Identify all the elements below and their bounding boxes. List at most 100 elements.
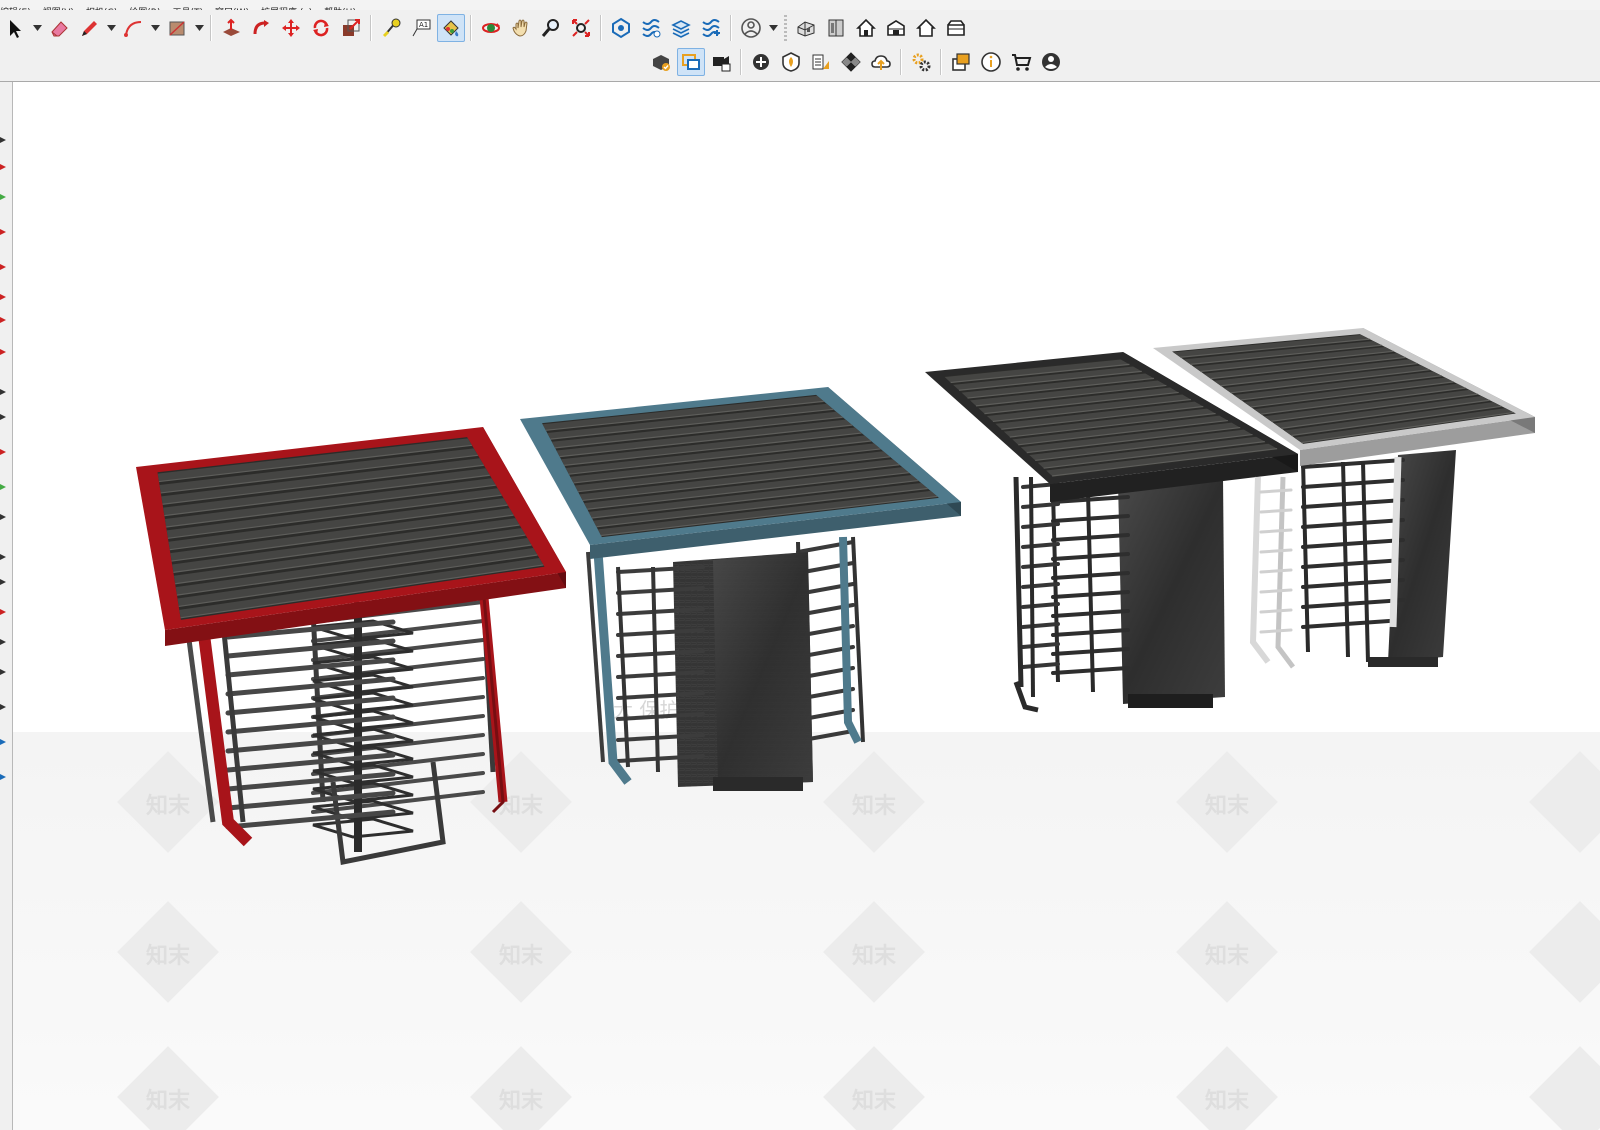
model-info-button[interactable]: [947, 48, 975, 76]
select-tool[interactable]: [1, 14, 29, 42]
eraser-tool[interactable]: [45, 14, 73, 42]
toolbar-separator: [940, 49, 942, 75]
profile-button[interactable]: [1037, 48, 1065, 76]
front-view-button[interactable]: [852, 14, 880, 42]
warehouse-button[interactable]: [607, 14, 635, 42]
section-plane-icon: [680, 51, 702, 73]
left-tool-icon[interactable]: [0, 130, 10, 143]
orbit-tool[interactable]: [477, 14, 505, 42]
pencil-icon: [78, 17, 100, 39]
tape-measure-icon: [380, 17, 402, 39]
left-tool-icon[interactable]: [0, 222, 10, 235]
right-view-button[interactable]: [882, 14, 910, 42]
scale-tool[interactable]: [337, 14, 365, 42]
left-tool-icon[interactable]: [0, 442, 10, 455]
tape-measure-tool[interactable]: [377, 14, 405, 42]
top-view-button[interactable]: [822, 14, 850, 42]
line-tool[interactable]: [75, 14, 103, 42]
left-tool-icon[interactable]: [0, 507, 10, 520]
rotate-tool[interactable]: [307, 14, 335, 42]
left-tool-icon[interactable]: [0, 407, 10, 420]
texture-button[interactable]: [807, 48, 835, 76]
extension-warehouse-button[interactable]: [637, 14, 665, 42]
toolbar-separator: [210, 15, 212, 41]
cloud-upload-button[interactable]: [867, 48, 895, 76]
add-location-button[interactable]: [747, 48, 775, 76]
turnstile-red[interactable]: [136, 427, 566, 865]
text-tool[interactable]: A1: [407, 14, 435, 42]
camera-button[interactable]: [707, 48, 735, 76]
texture-icon: [810, 51, 832, 73]
section-button[interactable]: [677, 48, 705, 76]
left-tool-icon[interactable]: [0, 382, 10, 395]
text-label-icon: A1: [410, 17, 432, 39]
scale-icon: [340, 17, 362, 39]
arc-tool-dropdown-icon[interactable]: [148, 14, 162, 42]
follow-me-icon: [250, 17, 272, 39]
paint-bucket-icon: [440, 17, 462, 39]
3d-viewport[interactable]: 知末知末知末知末知末知末知末知末知末知末知末知末 大 保护区 画质会压缩: [13, 82, 1600, 1130]
hand-icon: [510, 17, 532, 39]
rectangle-icon: [166, 17, 188, 39]
left-tool-icon[interactable]: [0, 732, 10, 745]
checker-button[interactable]: [837, 48, 865, 76]
move-arrows-icon: [280, 17, 302, 39]
left-tool-icon[interactable]: [0, 310, 10, 323]
arc-tool[interactable]: [119, 14, 147, 42]
pan-tool[interactable]: [507, 14, 535, 42]
toolbar-separator: [900, 49, 902, 75]
front-house-icon: [855, 17, 877, 39]
left-tool-icon[interactable]: [0, 662, 10, 675]
add-circle-icon: [750, 51, 772, 73]
left-tool-icon[interactable]: [0, 257, 10, 270]
info-button[interactable]: [977, 48, 1005, 76]
left-tool-icon[interactable]: [0, 187, 10, 200]
camera-icon: [710, 51, 732, 73]
rotate-icon: [310, 17, 332, 39]
geo-button[interactable]: [777, 48, 805, 76]
warehouse-icon: [610, 17, 632, 39]
back-view-button[interactable]: [912, 14, 940, 42]
profile-icon: [1040, 51, 1062, 73]
left-tool-icon[interactable]: [0, 767, 10, 780]
account-button[interactable]: [737, 14, 765, 42]
magnifier-icon: [540, 17, 562, 39]
rectangle-tool[interactable]: [163, 14, 191, 42]
left-house-icon: [945, 17, 967, 39]
left-tool-icon[interactable]: [0, 547, 10, 560]
svg-text:A1: A1: [419, 21, 428, 29]
line-tool-dropdown-icon[interactable]: [104, 14, 118, 42]
menu-bar: 编辑(E)视图(V)相机(C)绘图(R)工具(T)窗口(W)扩展程序 (x)帮助…: [0, 0, 1600, 10]
turnstile-blue[interactable]: [520, 387, 961, 791]
move-tool[interactable]: [277, 14, 305, 42]
layers-button[interactable]: [667, 14, 695, 42]
left-tool-icon[interactable]: [0, 602, 10, 615]
left-tool-icon[interactable]: [0, 157, 10, 170]
chat-windows-icon: [950, 51, 972, 73]
left-tool-icon[interactable]: [0, 287, 10, 300]
left-tool-icon[interactable]: [0, 697, 10, 710]
zoom-extents-icon: [570, 17, 592, 39]
left-view-button[interactable]: [942, 14, 970, 42]
push-pull-tool[interactable]: [217, 14, 245, 42]
toolbar-separator: [784, 15, 787, 41]
settings-button[interactable]: [907, 48, 935, 76]
account-button-dropdown-icon[interactable]: [766, 14, 780, 42]
component-check-icon: [650, 51, 672, 73]
rectangle-tool-dropdown-icon[interactable]: [192, 14, 206, 42]
paint-bucket-tool[interactable]: [437, 14, 465, 42]
component-button[interactable]: [647, 48, 675, 76]
left-tool-icon[interactable]: [0, 342, 10, 355]
left-tool-icon[interactable]: [0, 477, 10, 490]
left-tool-icon[interactable]: [0, 572, 10, 585]
left-tool-icon[interactable]: [0, 632, 10, 645]
turnstile-models: [136, 328, 1535, 865]
iso-view-button[interactable]: [792, 14, 820, 42]
follow-me-tool[interactable]: [247, 14, 275, 42]
select-tool-dropdown-icon[interactable]: [30, 14, 44, 42]
zoom-tool[interactable]: [537, 14, 565, 42]
info-icon: [980, 51, 1002, 73]
cart-button[interactable]: [1007, 48, 1035, 76]
zoom-extents-tool[interactable]: [567, 14, 595, 42]
extension-manager-button[interactable]: [697, 14, 725, 42]
